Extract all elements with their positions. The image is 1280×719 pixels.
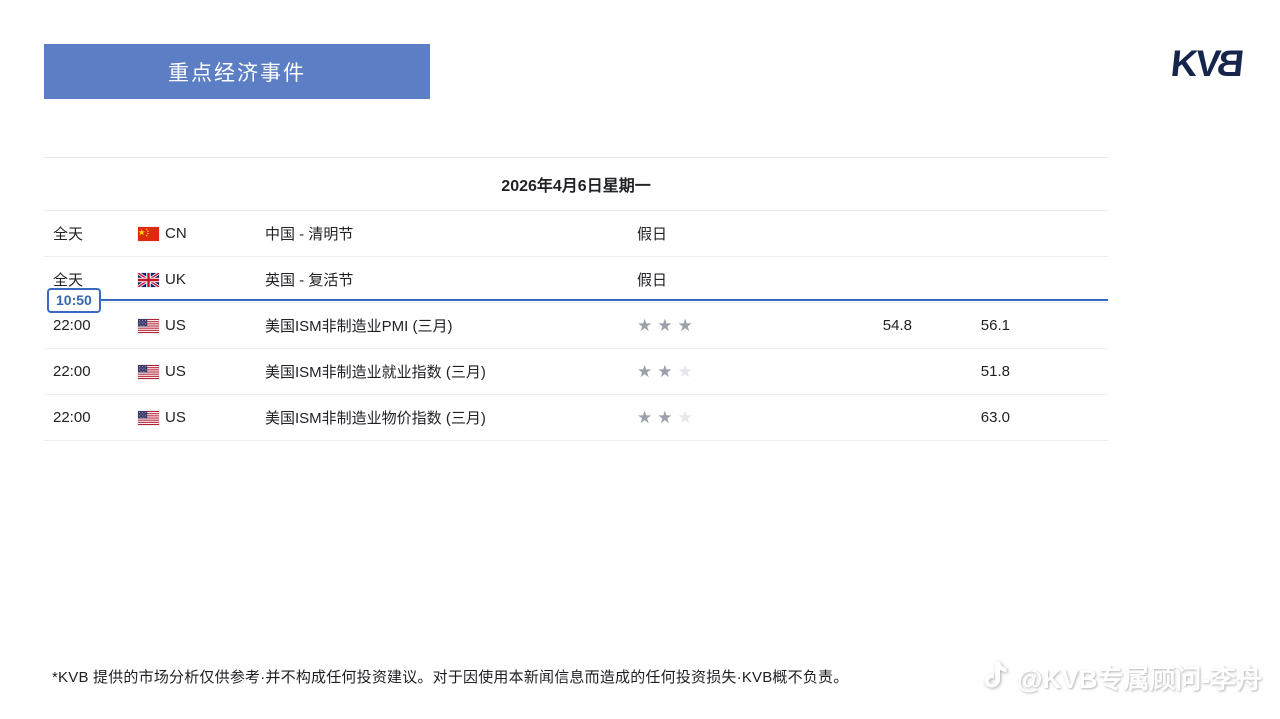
star-filled-icon: ★ [657, 316, 678, 335]
row-time: 全天 [53, 272, 84, 289]
disclaimer-text: *KVB 提供的市场分析仅供参考·并不构成任何投资建议。对于因使用本新闻信息而造… [52, 669, 849, 686]
page-title: 重点经济事件 [168, 61, 306, 85]
row-country-code: US [165, 409, 186, 426]
row-importance: 假日 [637, 272, 668, 289]
kvb-logo-kv: KV [1168, 43, 1221, 84]
date-header-label: 2026年4月6日星期一 [501, 178, 651, 195]
row-country-code: US [165, 317, 186, 334]
current-time-line [100, 299, 1108, 301]
us-flag-icon [138, 364, 165, 379]
row-event-name: 美国ISM非制造业PMI (三月) [265, 318, 453, 335]
title-banner: 重点经济事件 [44, 44, 430, 99]
row-time: 22:00 [53, 409, 91, 426]
star-empty-icon: ★ [677, 408, 698, 427]
row-importance: 假日 [637, 226, 668, 243]
row-value-forecast: 63.0 [980, 409, 1010, 426]
star-filled-icon: ★ [677, 316, 698, 335]
row-value-forecast: 51.8 [980, 363, 1010, 380]
economic-calendar-table: 2026年4月6日星期一 全天 CN 中国 - 清明节 假日 全天 UK 英国 … [44, 157, 1108, 441]
douyin-note-icon [983, 660, 1009, 695]
row-event-name: 美国ISM非制造业物价指数 (三月) [265, 410, 486, 427]
row-importance: ★★★ [637, 409, 797, 426]
current-time-badge: 10:50 [47, 288, 101, 313]
row-event-name: 中国 - 清明节 [265, 226, 354, 243]
uk-flag-icon [138, 272, 165, 287]
kvb-logo: KV B [1168, 43, 1247, 84]
cn-flag-icon [138, 226, 165, 241]
calendar-row: 22:00 US 美国ISM非制造业PMI (三月) ★★★ 54.8 56.1 [44, 303, 1108, 349]
calendar-rows: 全天 CN 中国 - 清明节 假日 全天 UK 英国 - 复活节 假日 22:0… [44, 211, 1108, 441]
row-country-code: UK [165, 271, 186, 288]
slide-economic-calendar: { "page": { "title_banner": "重点经济事件", "l… [0, 0, 1280, 719]
star-filled-icon: ★ [637, 362, 658, 381]
kvb-logo-b: B [1217, 43, 1247, 84]
row-value-forecast: 56.1 [980, 317, 1010, 334]
calendar-row: 全天 CN 中国 - 清明节 假日 [44, 211, 1108, 257]
row-event-name: 英国 - 复活节 [265, 272, 354, 289]
calendar-date-header: 2026年4月6日星期一 [44, 158, 1108, 211]
row-importance: ★★★ [637, 363, 797, 380]
calendar-row: 22:00 US 美国ISM非制造业就业指数 (三月) ★★★ 51.8 [44, 349, 1108, 395]
star-empty-icon: ★ [677, 362, 698, 381]
watermark-label: @KVB专属顾问-李舟 [1017, 664, 1262, 694]
us-flag-icon [138, 318, 165, 333]
row-value-previous: 54.8 [882, 317, 912, 334]
row-time: 22:00 [53, 317, 91, 334]
watermark: @KVB专属顾问-李舟 [983, 659, 1262, 696]
row-time: 全天 [53, 226, 84, 243]
star-filled-icon: ★ [637, 316, 658, 335]
row-time: 22:00 [53, 363, 91, 380]
calendar-row: 22:00 US 美国ISM非制造业物价指数 (三月) ★★★ 63.0 [44, 395, 1108, 441]
row-country-code: US [165, 363, 186, 380]
row-country-code: CN [165, 225, 187, 242]
us-flag-icon [138, 410, 165, 425]
calendar-row: 全天 UK 英国 - 复活节 假日 [44, 257, 1108, 303]
star-filled-icon: ★ [657, 408, 678, 427]
star-filled-icon: ★ [657, 362, 678, 381]
row-importance: ★★★ [637, 317, 797, 334]
row-event-name: 美国ISM非制造业就业指数 (三月) [265, 364, 486, 381]
star-filled-icon: ★ [637, 408, 658, 427]
